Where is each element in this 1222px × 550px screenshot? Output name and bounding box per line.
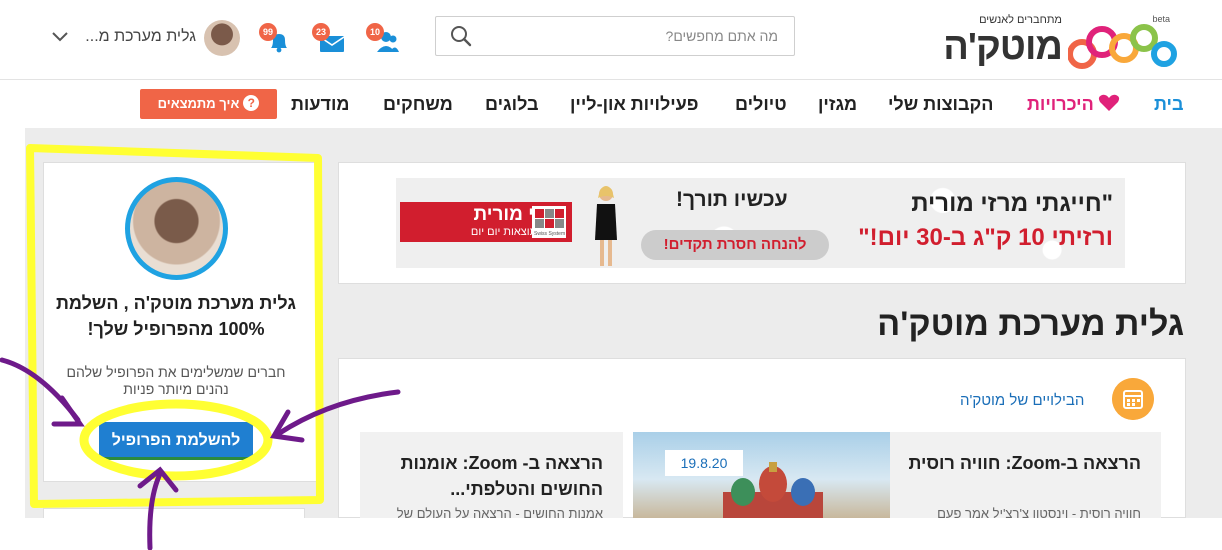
events-link[interactable]: הבילויים של מוטק'ה [960, 392, 1084, 409]
nav-dating-label: היכרויות [1027, 94, 1094, 114]
nav-trips[interactable]: טיולים [735, 94, 787, 115]
ad-brand-box: מרזי מורית רואים תוצאות יום יום Swiss Sy… [400, 202, 572, 242]
ad-headline-2: ורזיתי 10 ק"ג ב-30 יום!" [858, 224, 1113, 251]
logo-name: מוטק'ה [943, 26, 1063, 68]
friends-badge: 10 [366, 23, 384, 41]
how-to-navigate-button[interactable]: ?איך מתמצאים באתר? [140, 89, 277, 141]
search-box[interactable] [435, 16, 795, 56]
nav-classifieds[interactable]: מודעות [291, 94, 349, 115]
event-card-3[interactable]: הרצאה ב- Zoom: אומנות החושים והטלפתי... … [360, 432, 623, 518]
nav-dating[interactable]: היכרויות [1027, 94, 1120, 115]
page-title: גלית מערכת מוטק'ה [877, 305, 1184, 343]
complete-profile-button[interactable]: להשלמת הפרופיל [99, 422, 253, 460]
ad-woman-image [595, 186, 617, 266]
notifications-button[interactable]: 99 [259, 23, 293, 54]
nav-home[interactable]: בית [1154, 94, 1184, 115]
event-card-2-image[interactable]: 19.8.20 [633, 432, 890, 518]
event-card-2-date: 19.8.20 [665, 450, 743, 476]
site-logo[interactable]: beta מתחברים לאנשים מוטק'ה [940, 8, 1190, 70]
nav-my-groups[interactable]: הקבוצות שלי [888, 94, 993, 115]
ad-headline-1: "חייגתי מרזי מורית [911, 190, 1113, 217]
ad-banner[interactable]: "חייגתי מרזי מורית ורזיתי 10 ק"ג ב-30 יו… [396, 178, 1125, 268]
profile-avatar[interactable] [125, 177, 228, 280]
header: beta מתחברים לאנשים מוטק'ה 10 [0, 0, 1222, 80]
messages-button[interactable]: 23 [312, 23, 346, 54]
chevron-down-icon[interactable] [52, 30, 68, 44]
user-name[interactable]: גלית מערכת מ... [70, 28, 196, 46]
ad-now: עכשיו תורך! [676, 188, 788, 211]
nav-blogs[interactable]: בלוגים [485, 94, 539, 115]
user-avatar[interactable] [204, 20, 240, 56]
ad-brand-logo: Swiss System [532, 206, 566, 238]
friends-button[interactable]: 10 [366, 23, 400, 54]
profile-completion-title: גלית מערכת מוטק'ה , השלמת 100% מהפרופיל … [56, 293, 296, 339]
search-icon[interactable] [450, 25, 472, 47]
ad-brand-logo-text: Swiss System [534, 231, 566, 237]
event-card-3-title: הרצאה ב- Zoom: אומנות החושים והטלפתי... [400, 453, 603, 499]
logo-slogan: מתחברים לאנשים [979, 14, 1062, 26]
question-icon: ? [243, 95, 260, 111]
logo-beta: beta [1152, 14, 1170, 24]
search-input[interactable] [480, 17, 780, 55]
notifications-badge: 99 [259, 23, 277, 41]
heart-icon [1098, 94, 1119, 111]
calendar-icon[interactable] [1112, 378, 1154, 420]
event-card-1[interactable]: הרצאה ב-Zoom: חוויה רוסית חוויה רוסית - … [890, 432, 1161, 518]
logo-bubbles-icon [1068, 24, 1177, 69]
event-card-1-title: הרצאה ב-Zoom: חוויה רוסית [908, 453, 1141, 473]
nav-online-activities[interactable]: פעילויות און-ליין [570, 94, 699, 115]
event-card-1-desc: חוויה רוסית - וינסטון צ'רצ'יל אמר פעם [937, 506, 1141, 518]
messages-badge: 23 [312, 23, 330, 41]
nav-games[interactable]: משחקים [383, 94, 453, 115]
event-card-3-desc: אמנות החושים - הרצאה על העולם של [396, 506, 603, 518]
ad-cta[interactable]: להנחה חסרת תקדים! [641, 230, 829, 260]
nav-magazine[interactable]: מגזין [818, 94, 857, 115]
bottom-strip [0, 518, 1222, 550]
profile-completion-subtitle: חברים שמשלימים את הפרופיל שלהם נהנים מיו… [66, 364, 286, 397]
